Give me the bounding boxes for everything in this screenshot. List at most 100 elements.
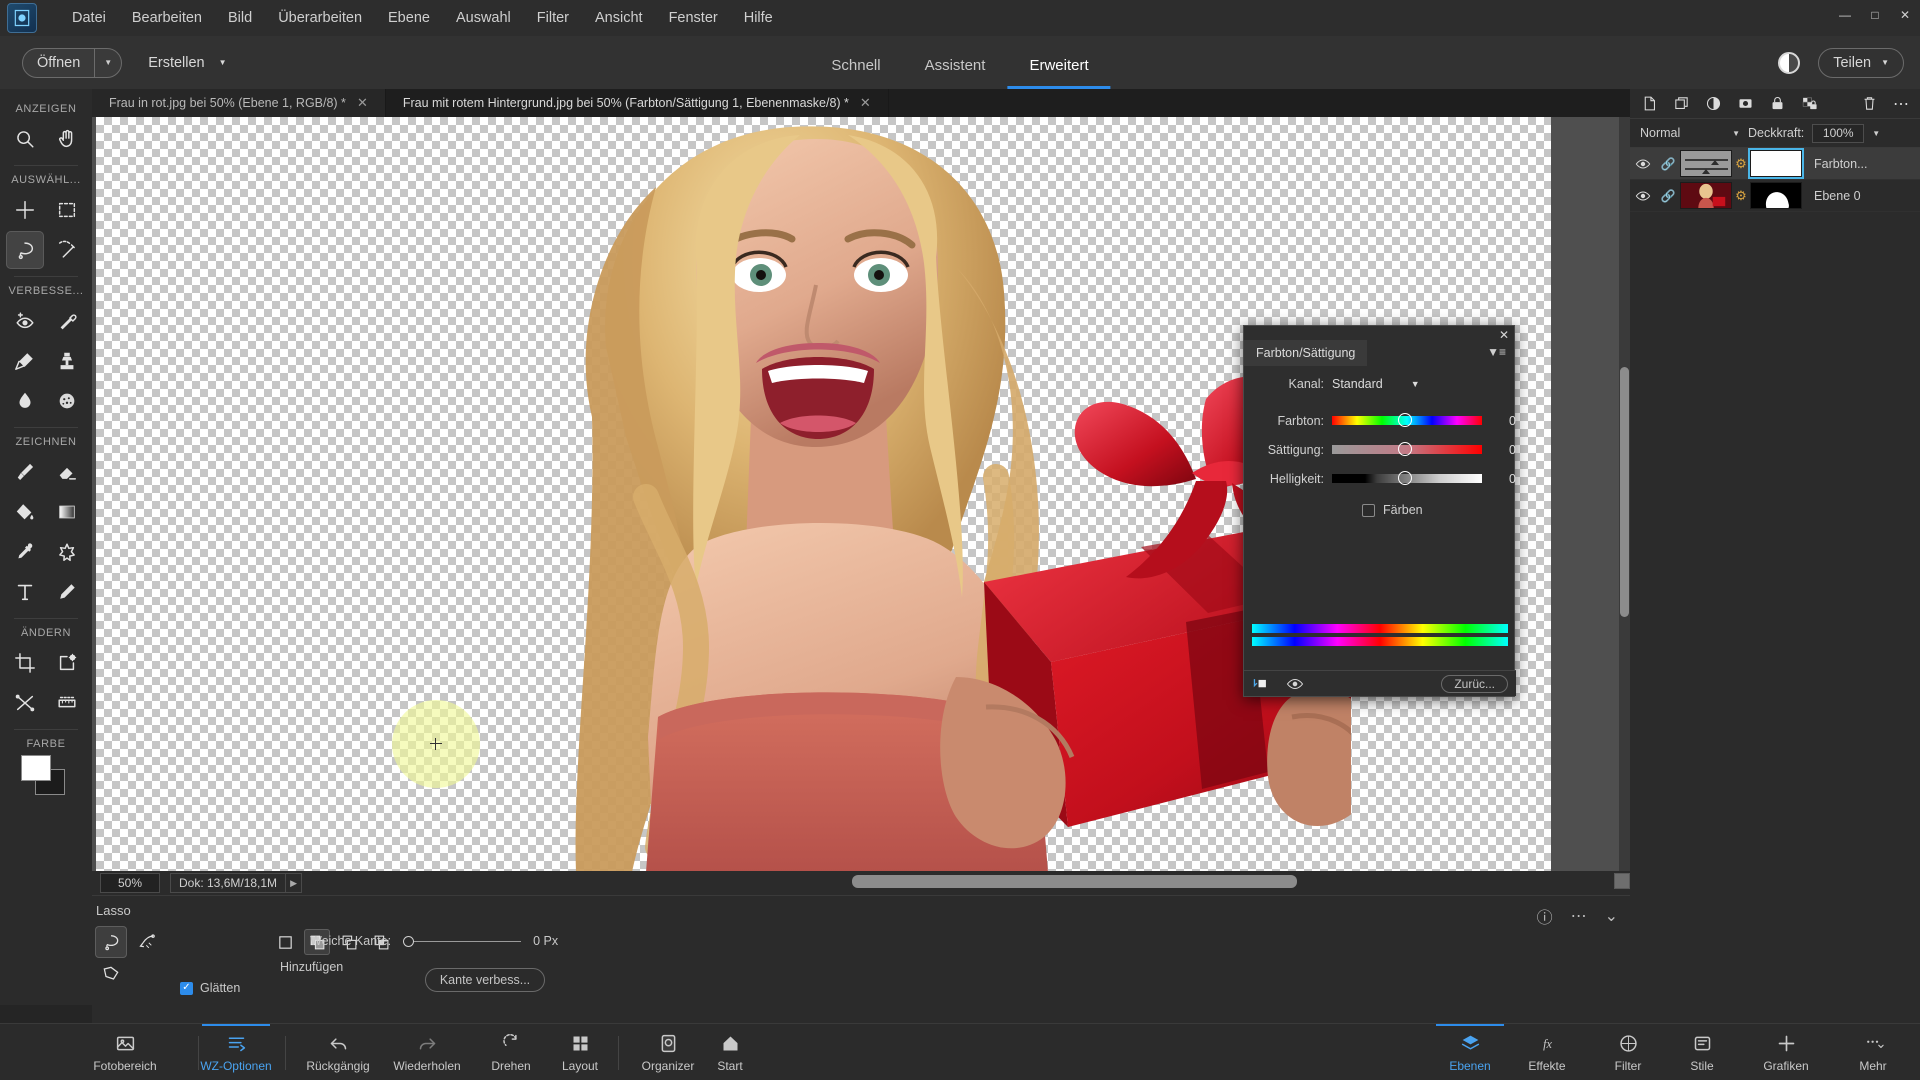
magnetic-lasso-variant-button[interactable] (132, 926, 164, 958)
menu-filter[interactable]: Filter (524, 6, 582, 30)
nav-wz-optionen[interactable]: WZ-Optionen (190, 1024, 282, 1080)
opacity-chevron-down-icon[interactable]: ▼ (1872, 129, 1880, 138)
nav-fotobereich[interactable]: Fotobereich (70, 1024, 180, 1080)
mode-tab-schnell[interactable]: Schnell (809, 44, 902, 89)
layer-mask-chain-icon-2[interactable]: ⚙ (1732, 188, 1750, 204)
menu-fenster[interactable]: Fenster (656, 6, 731, 30)
panel-menu-ellipsis-icon[interactable]: ⋯ (1892, 95, 1910, 113)
crop-tool[interactable] (6, 644, 44, 682)
minimize-button[interactable]: — (1830, 0, 1860, 30)
lock-transparency-checker-icon[interactable] (1800, 95, 1818, 113)
dialog-panel-menu-icon[interactable]: ▼≡ (1487, 345, 1506, 359)
saturation-value[interactable]: 0 (1482, 443, 1516, 457)
menu-datei[interactable]: Datei (59, 6, 119, 30)
layer-link-icon-1[interactable]: 🔗 (1656, 157, 1680, 171)
channel-select[interactable]: Standard ▼ (1332, 377, 1420, 391)
magic-wand-tool[interactable] (48, 231, 86, 269)
open-chevron-down-icon[interactable]: ▼ (95, 58, 121, 67)
mode-tab-assistent[interactable]: Assistent (903, 44, 1008, 89)
new-layer-page-icon[interactable] (1640, 95, 1658, 113)
saturation-slider[interactable] (1332, 442, 1482, 456)
smooth-checkbox-row[interactable]: Glätten (180, 981, 240, 995)
content-aware-move-tool[interactable] (48, 644, 86, 682)
refine-edge-button[interactable]: Kante verbess... (425, 968, 545, 992)
canvas-vertical-scrollbar[interactable] (1619, 117, 1630, 879)
red-eye-tool[interactable] (6, 302, 44, 340)
colorize-row[interactable]: Färben (1244, 503, 1516, 517)
saturation-slider-knob[interactable] (1398, 442, 1412, 456)
lock-icon[interactable] (1768, 95, 1786, 113)
new-selection-button[interactable] (272, 929, 298, 955)
straighten-tool[interactable] (48, 684, 86, 722)
move-tool[interactable] (6, 191, 44, 229)
menu-hilfe[interactable]: Hilfe (731, 6, 786, 30)
smart-brush-tool[interactable] (6, 342, 44, 380)
gradient-tool[interactable] (48, 493, 86, 531)
document-tab-1[interactable]: Frau in rot.jpg bei 50% (Ebene 1, RGB/8)… (92, 89, 386, 117)
layer-mask-thumbnail-shape[interactable] (1750, 182, 1802, 209)
pencil-tool[interactable] (48, 573, 86, 611)
contrast-icon[interactable] (1778, 51, 1801, 74)
clone-stamp-tool[interactable] (48, 342, 86, 380)
layer-visibility-eye-icon-1[interactable] (1630, 156, 1656, 172)
nav-ebenen[interactable]: Ebenen (1424, 1024, 1516, 1080)
feather-slider[interactable] (403, 934, 522, 948)
adjustment-layer-half-circle-icon[interactable] (1704, 95, 1722, 113)
clip-to-layer-icon[interactable] (1252, 677, 1270, 691)
blur-tool[interactable] (6, 382, 44, 420)
color-spectrum-bar-bottom[interactable] (1252, 637, 1508, 646)
document-tab-2[interactable]: Frau mit rotem Hintergrund.jpg bei 50% (… (385, 89, 889, 117)
rectangular-marquee-tool[interactable] (48, 191, 86, 229)
feather-slider-knob[interactable] (403, 935, 415, 947)
layer-mask-chain-icon-1[interactable]: ⚙ (1732, 156, 1750, 172)
nav-grafiken[interactable]: Grafiken (1738, 1024, 1834, 1080)
menu-ansicht[interactable]: Ansicht (582, 6, 656, 30)
reset-button[interactable]: Zurüc... (1441, 674, 1508, 693)
polygonal-lasso-variant-button[interactable] (95, 958, 127, 990)
lightness-slider[interactable] (1332, 471, 1482, 485)
nav-effekte[interactable]: fx Effekte (1506, 1024, 1588, 1080)
layer-thumbnail-photo[interactable] (1680, 182, 1732, 209)
share-button[interactable]: Teilen ▼ (1818, 47, 1904, 78)
hand-tool[interactable] (48, 120, 86, 158)
nav-rueckgaengig[interactable]: Rückgängig (290, 1024, 386, 1080)
document-tab-1-close-icon[interactable]: ✕ (357, 95, 368, 111)
nav-layout[interactable]: Layout (530, 1024, 630, 1080)
more-ellipsis-icon[interactable]: ⋯ (1571, 906, 1587, 926)
lasso-tool[interactable] (6, 231, 44, 269)
paint-bucket-tool[interactable] (6, 493, 44, 531)
delete-layer-trash-icon[interactable] (1860, 95, 1878, 113)
smooth-checkbox[interactable] (180, 981, 193, 995)
recompose-tool[interactable] (6, 684, 44, 722)
lightness-value[interactable]: 0 (1482, 472, 1516, 486)
layer-thumbnail-adjustment[interactable] (1680, 150, 1732, 177)
eyedropper-tool[interactable] (6, 533, 44, 571)
custom-shape-tool[interactable] (48, 533, 86, 571)
preview-eye-icon[interactable] (1286, 677, 1304, 691)
menu-bild[interactable]: Bild (215, 6, 265, 30)
layer-row-ebene-0[interactable]: 🔗 ⚙ Ebene 0 (1630, 180, 1920, 212)
canvas-vertical-scroll-thumb[interactable] (1620, 367, 1629, 617)
zoom-tool[interactable] (6, 120, 44, 158)
help-question-circle-icon[interactable]: ⓘ (1537, 904, 1553, 928)
hue-slider-knob[interactable] (1398, 413, 1412, 427)
maximize-button[interactable]: □ (1860, 0, 1890, 30)
hue-slider[interactable] (1332, 413, 1482, 427)
eraser-tool[interactable] (48, 453, 86, 491)
hue-saturation-dialog[interactable]: ✕ Farbton/Sättigung ▼≡ Kanal: Standard ▼… (1243, 325, 1516, 697)
nav-stile[interactable]: Stile (1666, 1024, 1738, 1080)
open-button[interactable]: Öffnen ▼ (22, 47, 123, 78)
sponge-tool[interactable] (48, 382, 86, 420)
nav-mehr[interactable]: Mehr (1834, 1024, 1912, 1080)
close-button[interactable]: ✕ (1890, 0, 1920, 30)
layer-mask-thumbnail-white[interactable] (1748, 148, 1804, 179)
brush-tool[interactable] (6, 453, 44, 491)
foreground-color-swatch[interactable] (21, 755, 51, 781)
layer-visibility-eye-icon-2[interactable] (1630, 188, 1656, 204)
lasso-variant-button[interactable] (95, 926, 127, 958)
menu-ebene[interactable]: Ebene (375, 6, 443, 30)
type-tool[interactable] (6, 573, 44, 611)
zoom-level-input[interactable]: 50% (100, 873, 160, 893)
opacity-input[interactable]: 100% (1812, 123, 1865, 143)
colorize-checkbox[interactable] (1362, 503, 1375, 517)
